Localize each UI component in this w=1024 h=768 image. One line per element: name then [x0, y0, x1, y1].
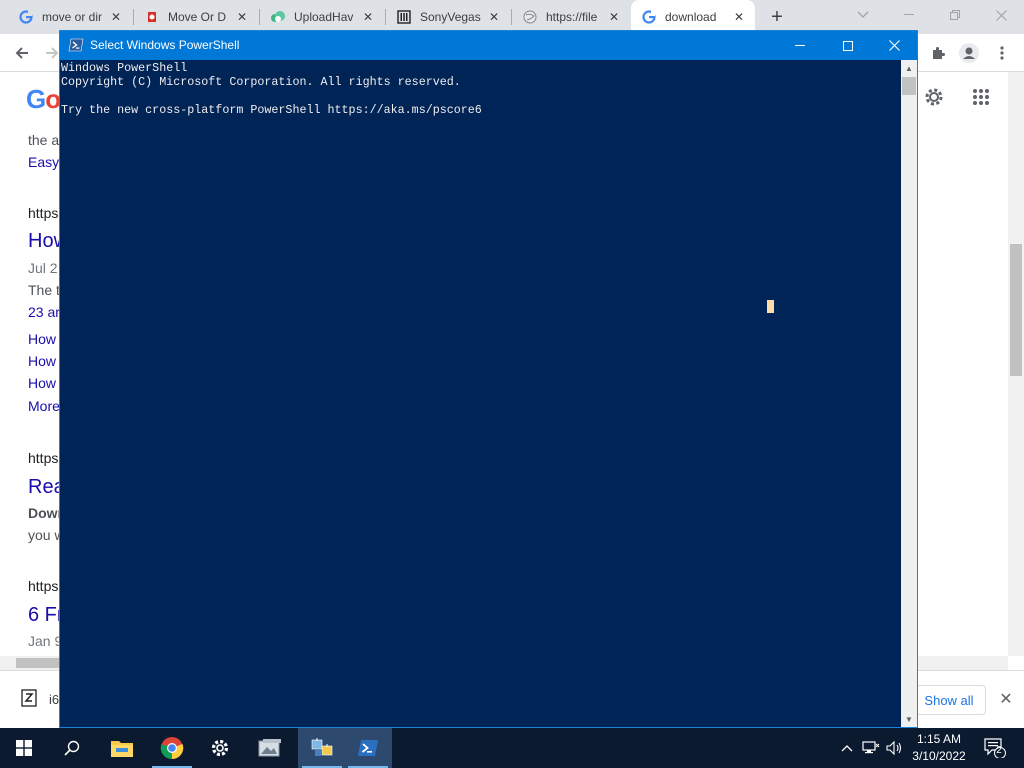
tab-title: Move Or D	[168, 10, 227, 24]
console-line: Try the new cross-platform PowerShell ht…	[61, 103, 482, 117]
settings-icon[interactable]	[196, 728, 244, 768]
tab-close-icon[interactable]: ✕	[731, 9, 747, 25]
windows-taskbar: 1:15 AM 3/10/2022 2	[0, 728, 1024, 768]
browser-tab[interactable]: SonyVegas ✕	[386, 0, 510, 34]
tab-title: SonyVegas	[420, 10, 481, 24]
show-all-downloads-button[interactable]: Show all	[912, 685, 986, 715]
google-logo[interactable]: Go	[26, 84, 61, 115]
browser-tab[interactable]: move or dir ✕	[8, 0, 132, 34]
console-line: Windows PowerShell	[61, 61, 188, 75]
windows-start-icon[interactable]	[0, 728, 48, 768]
settings-gear-icon[interactable]	[921, 84, 947, 110]
browser-restore-icon[interactable]	[932, 0, 978, 30]
result-sublink[interactable]: How	[28, 353, 56, 369]
browser-tab-active[interactable]: download ✕	[631, 0, 755, 34]
tab-title: UploadHav	[294, 10, 354, 24]
google-apps-grid-icon[interactable]	[968, 84, 994, 110]
logo-letter: o	[45, 84, 61, 114]
logo-letter: G	[26, 84, 46, 114]
page-vertical-scrollbar[interactable]	[1008, 72, 1024, 656]
tab-title: https://file	[546, 10, 598, 24]
google-icon	[18, 9, 34, 25]
result-snippet: The t	[28, 282, 60, 298]
result-url[interactable]: https	[28, 205, 58, 221]
tab-close-icon[interactable]: ✕	[360, 9, 376, 25]
tab-title: move or dir	[42, 10, 103, 24]
globe-icon	[522, 9, 538, 25]
powershell-window-title: Select Windows PowerShell	[90, 38, 240, 52]
scroll-up-arrow-icon[interactable]: ▲	[901, 60, 917, 76]
notification-count-badge: 2	[996, 745, 1002, 756]
result-url[interactable]: https	[28, 450, 58, 466]
close-download-bar-icon[interactable]: ✕	[994, 687, 1018, 711]
tab-close-icon[interactable]: ✕	[606, 9, 622, 25]
columns-icon	[396, 9, 412, 25]
maximize-icon[interactable]	[825, 31, 871, 60]
photos-app-icon[interactable]	[246, 728, 294, 768]
powershell-icon[interactable]	[344, 728, 392, 768]
extensions-puzzle-icon[interactable]	[924, 39, 952, 67]
scroll-down-arrow-icon[interactable]: ▼	[901, 711, 917, 727]
console-scrollbar-thumb[interactable]	[902, 77, 916, 95]
console-vertical-scrollbar[interactable]: ▲ ▼	[901, 60, 917, 727]
console-cursor	[767, 300, 774, 313]
download-item-name[interactable]: i6	[49, 692, 59, 707]
powershell-window: Select Windows PowerShell Windows PowerS…	[59, 30, 918, 728]
red-app-icon	[144, 9, 160, 25]
search-icon[interactable]	[48, 728, 96, 768]
minimize-icon[interactable]	[777, 31, 823, 60]
result-link[interactable]: Easy	[28, 154, 59, 170]
browser-minimize-icon[interactable]	[886, 0, 932, 30]
volume-tray-icon[interactable]	[884, 728, 906, 768]
file-explorer-icon[interactable]	[98, 728, 146, 768]
google-icon	[641, 9, 657, 25]
page-scrollbar-thumb[interactable]	[1010, 244, 1022, 376]
zip-file-icon	[20, 689, 38, 707]
result-more-link[interactable]: More	[28, 398, 60, 414]
clock-date: 3/10/2022	[912, 749, 966, 763]
result-date: Jul 2	[28, 260, 58, 276]
tab-close-icon[interactable]: ✕	[108, 9, 124, 25]
powershell-title-bar[interactable]: Select Windows PowerShell	[60, 31, 917, 60]
result-snippet-link[interactable]: 23 ar	[28, 304, 60, 320]
result-sublink[interactable]: How	[28, 375, 56, 391]
browser-tab[interactable]: Move Or D ✕	[134, 0, 258, 34]
browser-tab[interactable]: UploadHav ✕	[260, 0, 384, 34]
profile-avatar-icon[interactable]	[955, 39, 983, 67]
browser-close-icon[interactable]	[978, 0, 1024, 30]
browser-menu-icon[interactable]	[988, 39, 1016, 67]
result-date: Jan 9	[28, 633, 63, 649]
network-tray-icon[interactable]	[860, 728, 882, 768]
result-snippet: the a	[28, 132, 60, 148]
new-tab-button[interactable]: +	[764, 5, 790, 29]
result-sublink[interactable]: How	[28, 331, 56, 347]
close-icon[interactable]	[871, 31, 917, 60]
tab-search-icon[interactable]	[840, 0, 886, 30]
taskbar-clock[interactable]: 1:15 AM 3/10/2022	[904, 731, 974, 765]
clock-time: 1:15 AM	[916, 732, 962, 746]
page-hscroll-thumb[interactable]	[16, 658, 60, 668]
tab-title: download	[665, 10, 717, 24]
tab-close-icon[interactable]: ✕	[234, 9, 250, 25]
browser-tab-strip: move or dir ✕ Move Or D ✕ UploadHav ✕ So…	[0, 0, 1024, 34]
cloud-icon	[270, 9, 286, 25]
result-url[interactable]: https	[28, 578, 58, 594]
chrome-icon[interactable]	[148, 728, 196, 768]
tray-overflow-chevron-icon[interactable]	[836, 728, 858, 768]
powershell-icon	[68, 38, 84, 52]
tab-close-icon[interactable]: ✕	[486, 9, 502, 25]
back-arrow-icon[interactable]	[8, 39, 36, 67]
console-line: Copyright (C) Microsoft Corporation. All…	[61, 75, 461, 89]
network-app-icon[interactable]	[298, 728, 346, 768]
browser-tab[interactable]: https://file ✕	[512, 0, 630, 34]
powershell-console[interactable]: Windows PowerShell Copyright (C) Microso…	[60, 60, 901, 727]
action-center-icon[interactable]: 2	[980, 728, 1010, 768]
